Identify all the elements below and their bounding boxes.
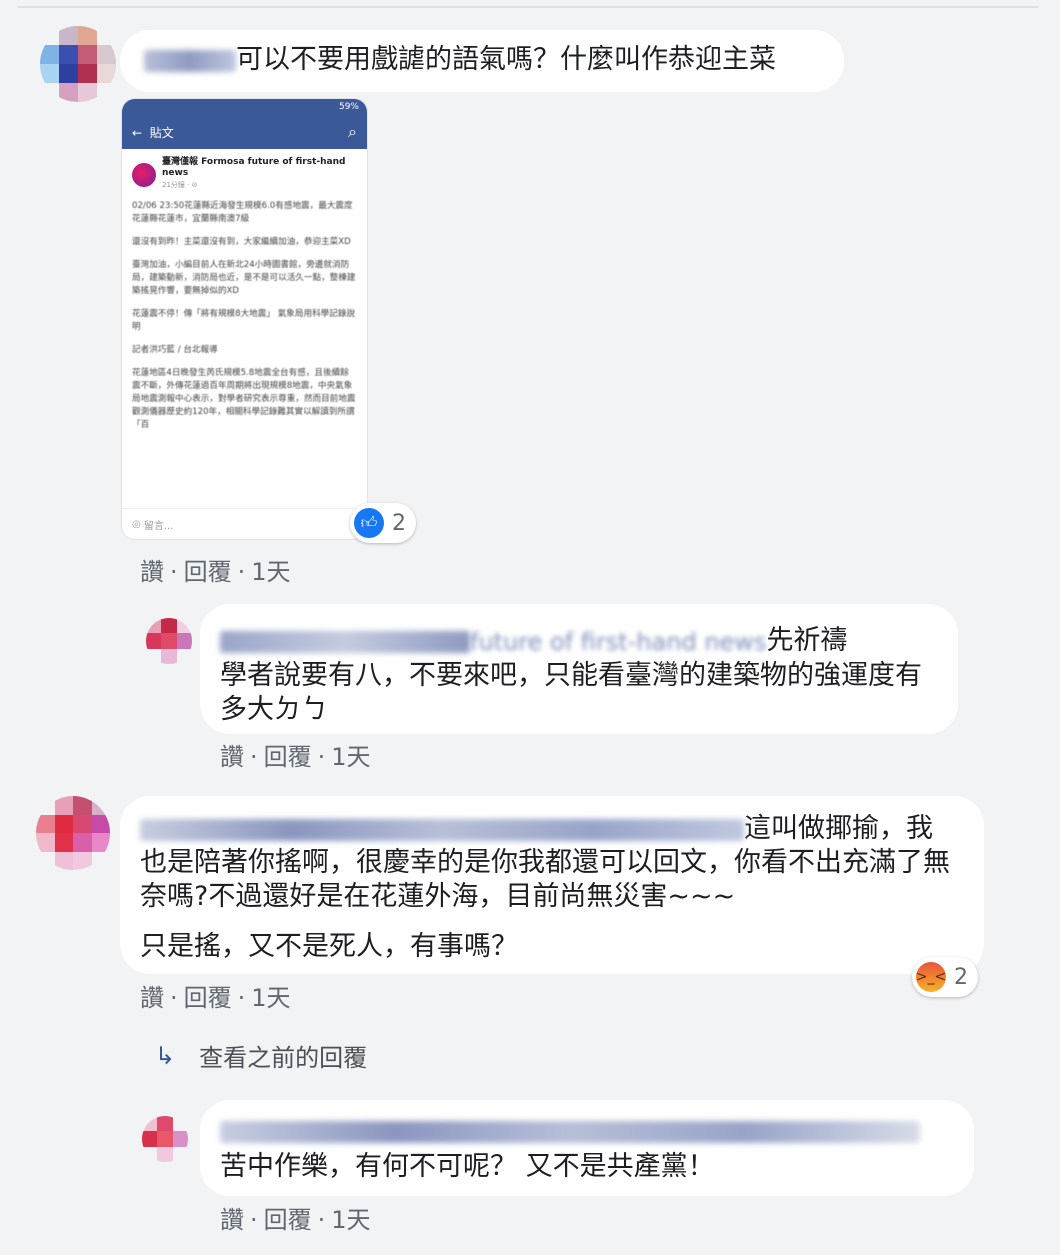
reply-link[interactable]: 回覆 <box>264 1200 312 1235</box>
blurred-author-name[interactable] <box>220 630 470 653</box>
post-paragraph: 花蓮震不停！傳「將有規模8大地震」 氣象局用科學記錄說明 <box>132 309 356 332</box>
comment-text: 苦中作樂，有何不可呢？ 又不是共產黨！ <box>220 1151 715 1182</box>
view-previous-replies[interactable]: ↳ 查看之前的回覆 <box>155 1038 367 1073</box>
avatar[interactable] <box>36 796 110 870</box>
comment-actions: 讚 · 回覆 · 1天 <box>140 978 291 1013</box>
comment-bubble: future of first-hand news先祈禱 學者說要有八，不要來吧… <box>200 604 958 734</box>
divider <box>18 6 1038 8</box>
comment-text-suffix: 這叫做揶揄，我 <box>744 813 933 844</box>
like-icon: 👍︎ <box>354 508 384 538</box>
app-bar: ← 貼文 ⌕ <box>122 115 367 149</box>
blurred-author-name[interactable] <box>140 818 744 841</box>
camera-icon: ◎ <box>132 518 141 530</box>
reply-link[interactable]: 回覆 <box>184 552 232 587</box>
reply-link[interactable]: 回覆 <box>264 737 312 772</box>
angry-icon: >_< <box>916 962 946 992</box>
avatar[interactable] <box>40 26 116 102</box>
search-icon: ⌕ <box>348 122 357 141</box>
post-paragraph: 花蓮地區4日晚發生芮氏規模5.8地震全台有感，且後續餘震不斷，外傳花蓮過百年周期… <box>132 368 356 430</box>
post-paragraph: 還沒有到昨！主菜還沒有到，大家繼續加油，恭迎主菜XD <box>132 237 351 247</box>
comment-text: 也是陪著你搖啊，很慶幸的是你我都還可以回文，你看不出充滿了無奈嗎?不過還好是在花… <box>140 847 950 912</box>
like-link[interactable]: 讚 <box>140 978 164 1013</box>
comment-bubble: 可以不要用戲謔的語氣嗎？什麼叫作恭迎主菜 <box>120 30 844 92</box>
like-link[interactable]: 讚 <box>220 1200 244 1235</box>
reaction-count[interactable]: >_< 2 <box>912 957 978 997</box>
page-logo <box>132 162 156 187</box>
blurred-mention[interactable]: future of first-hand news <box>470 625 766 659</box>
timestamp[interactable]: 1天 <box>331 737 370 772</box>
phone-status-bar: 59% <box>122 99 367 115</box>
like-link[interactable]: 讚 <box>140 552 164 587</box>
comment-actions: 讚 · 回覆 · 1天 <box>220 1200 371 1235</box>
comment-actions: 讚 · 回覆 · 1天 <box>220 737 371 772</box>
blurred-author-name[interactable] <box>144 49 236 72</box>
reply-link[interactable]: 回覆 <box>184 978 232 1013</box>
timestamp[interactable]: 1天 <box>251 978 290 1013</box>
timestamp[interactable]: 1天 <box>251 552 290 587</box>
avatar[interactable] <box>146 618 192 664</box>
comment-bubble: 苦中作樂，有何不可呢？ 又不是共產黨！ <box>200 1100 974 1196</box>
back-arrow-icon: ← <box>132 125 143 140</box>
avatar[interactable] <box>142 1116 188 1162</box>
reply-arrow-icon: ↳ <box>155 1041 176 1070</box>
blurred-author-name[interactable] <box>220 1120 920 1143</box>
app-title: 貼文 <box>149 125 174 140</box>
comment-actions: 讚 · 回覆 · 1天 <box>140 552 291 587</box>
comment-text: 學者說要有八，不要來吧，只能看臺灣的建築物的強運度有多大ㄉㄅ <box>220 659 922 725</box>
comment-bubble: 這叫做揶揄，我 也是陪著你搖啊，很慶幸的是你我都還可以回文，你看不出充滿了無奈嗎… <box>120 796 984 974</box>
page-meta: 21分鐘 · ⊘ <box>162 181 198 189</box>
timestamp[interactable]: 1天 <box>331 1200 370 1235</box>
post-paragraph: 臺灣加油，小編目前人在新北24小時圖書館，旁邊就消防局，建築動新，消防局也近，是… <box>132 260 356 296</box>
reaction-count[interactable]: 👍︎ 2 <box>350 503 416 543</box>
attached-screenshot[interactable]: 59% ← 貼文 ⌕ 臺灣僅報 Formosa future of first-… <box>121 98 368 540</box>
view-previous-label: 查看之前的回覆 <box>199 1044 368 1072</box>
post-comment-bar: ◎ 留言... <box>122 508 367 539</box>
page-name: 臺灣僅報 Formosa future of first-hand news <box>162 157 346 178</box>
post-paragraph: 記者洪巧藍 / 台北報導 <box>132 345 218 355</box>
comment-text-suffix: 先祈禱 <box>766 625 848 656</box>
post-body: 臺灣僅報 Formosa future of first-hand news 2… <box>122 149 367 450</box>
comment-text-line: 只是搖，又不是死人，有事嗎？ <box>140 931 518 962</box>
post-paragraph: 02/06 23:50花蓮縣近海發生規模6.0有感地震，最大震度花蓮縣花蓮市，宜… <box>132 201 353 224</box>
comment-text: 可以不要用戲謔的語氣嗎？什麼叫作恭迎主菜 <box>236 44 776 75</box>
like-link[interactable]: 讚 <box>220 737 244 772</box>
